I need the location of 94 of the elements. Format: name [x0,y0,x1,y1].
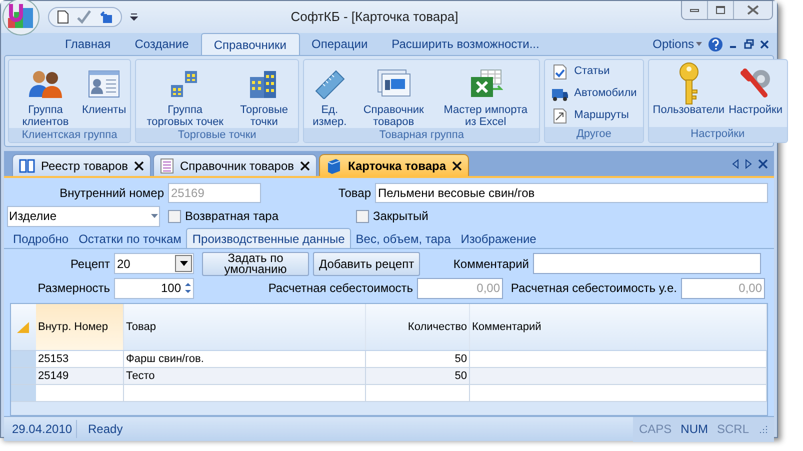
caret-icon [696,42,702,46]
close-icon[interactable] [300,160,310,170]
status-text: Ready [87,421,124,438]
caret-icon [151,214,158,218]
restore-icon[interactable] [744,39,754,49]
ribbon-button[interactable]: Группа торговых точек [138,64,232,128]
sub-tab[interactable]: Изображение [456,230,542,248]
monitor-window-icon [376,69,411,99]
ribbon-button[interactable]: Настройки [726,64,785,116]
checkbox-label: Закрытый [373,208,428,225]
field-label: Расчетная себестоимость у.е. [510,280,678,297]
checkbox[interactable] [168,210,181,222]
sub-tab[interactable]: Остатки по точкам [74,230,186,248]
ribbon-group-label: Товарная группа [379,129,464,142]
caret-icon [180,261,188,266]
ribbon-button[interactable]: Пользователи [650,64,727,116]
document-tab[interactable]: Реестр товаров [12,154,151,176]
column-header[interactable]: Комментарий [470,304,767,350]
ribbon-button[interactable]: Ед. измер. [306,64,354,128]
sub-tab[interactable]: Подробно [8,230,74,248]
check-document-icon [553,64,568,80]
checkbox-label: Возвратная тара [185,208,279,225]
table-cell: 50 [366,368,470,384]
list-document-icon [160,158,174,174]
key-indicator: NUM [680,421,708,438]
document-tab[interactable]: Справочник товаров [153,154,317,176]
contact-card-icon [88,70,120,98]
route-document-icon [553,108,568,124]
ribbon-button[interactable]: Клиенты [80,64,128,116]
table-cell: 25149 [36,368,124,384]
type-dropdown[interactable]: Изделие [7,206,160,226]
ribbon-group-label: Торговые точки [178,129,256,142]
field-label: Товар [337,185,372,202]
ribbon-tab[interactable]: Главная [53,33,123,55]
product-field[interactable]: Пельмени весовые свин/гов [375,183,768,203]
scroll-left-icon[interactable] [732,158,739,168]
ribbon-tab[interactable]: Операции [300,33,380,55]
ribbon-tab[interactable]: Расширить возможности... [380,33,552,55]
ribbon-group-label: Настройки [690,128,745,141]
size-spinner[interactable]: 100 [114,278,194,298]
column-header[interactable]: Товар [124,304,366,350]
ribbon-button[interactable]: Группа клиентов [11,64,80,128]
sub-tab[interactable]: Вес, объем, тара [350,230,456,248]
close-icon[interactable] [452,160,462,170]
ribbon-button[interactable]: Мастер импорта из Excel [434,64,538,128]
comment-field[interactable] [533,253,761,274]
close-icon[interactable] [760,40,769,48]
ribbon-button[interactable]: Маршруты [551,106,637,125]
table-cell: 25153 [36,351,124,367]
ribbon-button[interactable]: Справочник товаров [353,64,434,128]
ribbon-group-label: Другое [576,128,612,141]
set-default-button[interactable]: Задать по умолчанию [202,252,309,276]
sub-tab[interactable]: Производственные данные [186,228,351,248]
checkbox[interactable] [356,210,369,222]
scroll-right-icon[interactable] [745,158,752,168]
undo-icon[interactable] [99,10,113,24]
add-recipe-button[interactable]: Добавить рецепт [313,252,420,276]
ribbon-button[interactable]: Статьи [551,62,637,81]
checkmark-icon[interactable] [77,10,91,24]
field-label: Расчетная себестоимость [267,280,414,297]
spreadsheet-import-icon [468,69,503,99]
options-menu[interactable]: Options [652,35,702,53]
document-tab[interactable]: Карточка товара [319,154,469,176]
key-indicator: SCRL [716,421,749,438]
table-cell: Тесто [124,368,366,384]
help-icon[interactable] [708,36,723,52]
customize-caret-icon[interactable] [130,13,138,21]
window-title: СофтКБ - [Карточка товара] [290,8,458,26]
table-cell: 50 [366,351,470,367]
status-date: 29.04.2010 [4,420,77,438]
ribbon-group-label: Клиентская группа [22,129,118,142]
ruler-icon [314,69,346,99]
field-label: Комментарий [452,256,530,272]
ribbon-button[interactable]: Автомобили [551,84,637,103]
close-icon[interactable] [134,160,144,170]
key-icon [676,62,701,106]
app-logo-icon[interactable] [2,0,40,36]
field-label: Размерность [36,280,111,297]
key-indicator: CAPS [638,421,672,438]
ribbon-tab[interactable]: Справочники [200,33,300,55]
new-document-icon[interactable] [57,10,69,24]
resize-grip-icon[interactable] [758,424,768,434]
recipe-dropdown[interactable]: 20 [114,253,194,274]
cube-icon [326,158,342,174]
people-icon [28,69,64,99]
field-label: Внутренний номер [58,185,165,202]
column-header[interactable]: Внутр. Номер [36,304,124,350]
close-icon [747,5,759,15]
ribbon-button[interactable]: Торговые точки [232,64,296,128]
ribbon-tab[interactable]: Создание [122,33,201,55]
table-cell: Фарш свин/гов. [124,351,366,367]
book-icon [19,158,35,172]
column-header[interactable]: Количество [366,304,470,350]
field-label: Рецепт [69,256,111,272]
